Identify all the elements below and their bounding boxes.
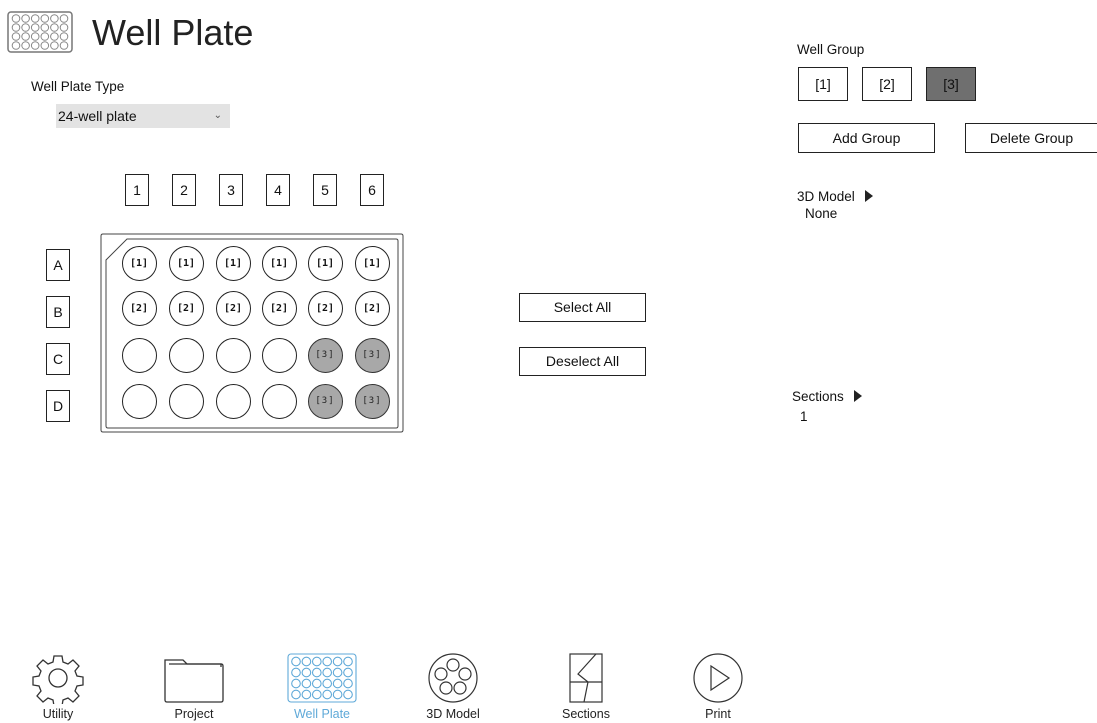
column-header[interactable]: 3 <box>219 174 243 206</box>
well[interactable] <box>261 337 297 373</box>
well[interactable]: [3] <box>354 383 390 419</box>
well[interactable]: [1] <box>168 245 204 281</box>
select-all-button[interactable]: Select All <box>519 293 646 322</box>
column-header[interactable]: 6 <box>360 174 384 206</box>
row-header[interactable]: B <box>46 296 70 328</box>
well[interactable]: [2] <box>307 290 343 326</box>
well[interactable] <box>168 337 204 373</box>
well[interactable] <box>121 337 157 373</box>
row-header[interactable]: C <box>46 343 70 375</box>
deselect-all-button[interactable]: Deselect All <box>519 347 646 376</box>
well[interactable]: [3] <box>354 337 390 373</box>
column-header[interactable]: 2 <box>172 174 196 206</box>
sections-icon <box>569 653 603 703</box>
nav-label: Utility <box>42 707 74 721</box>
nav-label: Sections <box>562 707 610 721</box>
model-value: None <box>805 206 838 221</box>
nav-item-print[interactable]: Print <box>670 652 766 721</box>
column-header[interactable]: 5 <box>313 174 337 206</box>
well[interactable] <box>168 383 204 419</box>
plate-type-value: 24-well plate <box>58 108 137 124</box>
group-button[interactable]: [1] <box>798 67 848 101</box>
sections-label-text: Sections <box>792 389 844 404</box>
nav-item-project[interactable]: Project <box>146 652 242 721</box>
add-group-button[interactable]: Add Group <box>798 123 935 153</box>
nav-item-sections[interactable]: Sections <box>538 652 634 721</box>
well[interactable]: [1] <box>354 245 390 281</box>
well[interactable]: [1] <box>121 245 157 281</box>
row-header[interactable]: A <box>46 249 70 281</box>
well[interactable]: [2] <box>121 290 157 326</box>
play-icon <box>693 653 743 703</box>
well-group-label: Well Group <box>797 42 865 57</box>
well[interactable] <box>261 383 297 419</box>
well[interactable]: [2] <box>215 290 251 326</box>
nav-label: Project <box>174 707 214 721</box>
nav-label: 3D Model <box>426 707 480 721</box>
page-title: Well Plate <box>92 12 254 53</box>
column-header[interactable]: 4 <box>266 174 290 206</box>
well[interactable]: [2] <box>261 290 297 326</box>
well[interactable]: [3] <box>307 383 343 419</box>
well[interactable]: [3] <box>307 337 343 373</box>
sections-value: 1 <box>800 409 808 424</box>
row-header[interactable]: D <box>46 390 70 422</box>
nav-item-3d-model[interactable]: 3D Model <box>405 652 501 721</box>
model-label[interactable]: 3D Model <box>797 189 873 204</box>
well[interactable]: [2] <box>168 290 204 326</box>
expand-arrow-icon[interactable] <box>853 390 862 402</box>
nav-label: Print <box>705 707 731 721</box>
well[interactable]: [1] <box>261 245 297 281</box>
chevron-down-icon: ⌄ <box>213 110 222 121</box>
nav-item-well-plate[interactable]: Well Plate <box>274 652 370 721</box>
well[interactable]: [1] <box>307 245 343 281</box>
expand-arrow-icon[interactable] <box>864 190 873 202</box>
group-button[interactable]: [3] <box>926 67 976 101</box>
well-plate-icon <box>287 653 357 703</box>
nav-item-utility[interactable]: Utility <box>10 652 106 721</box>
well-plate-icon <box>7 11 73 53</box>
folder-icon <box>164 659 224 703</box>
column-header[interactable]: 1 <box>125 174 149 206</box>
model-label-text: 3D Model <box>797 189 855 204</box>
delete-group-button[interactable]: Delete Group <box>965 123 1097 153</box>
group-button[interactable]: [2] <box>862 67 912 101</box>
sections-label[interactable]: Sections <box>792 389 862 404</box>
well[interactable]: [2] <box>354 290 390 326</box>
plate-type-select[interactable]: 24-well plate ⌄ <box>56 104 230 128</box>
well[interactable]: [1] <box>215 245 251 281</box>
gear-icon <box>32 655 84 704</box>
well[interactable] <box>121 383 157 419</box>
well[interactable] <box>215 383 251 419</box>
plate-type-label: Well Plate Type <box>31 79 125 94</box>
well[interactable] <box>215 337 251 373</box>
3d-model-icon <box>428 653 478 703</box>
nav-label: Well Plate <box>293 707 351 721</box>
